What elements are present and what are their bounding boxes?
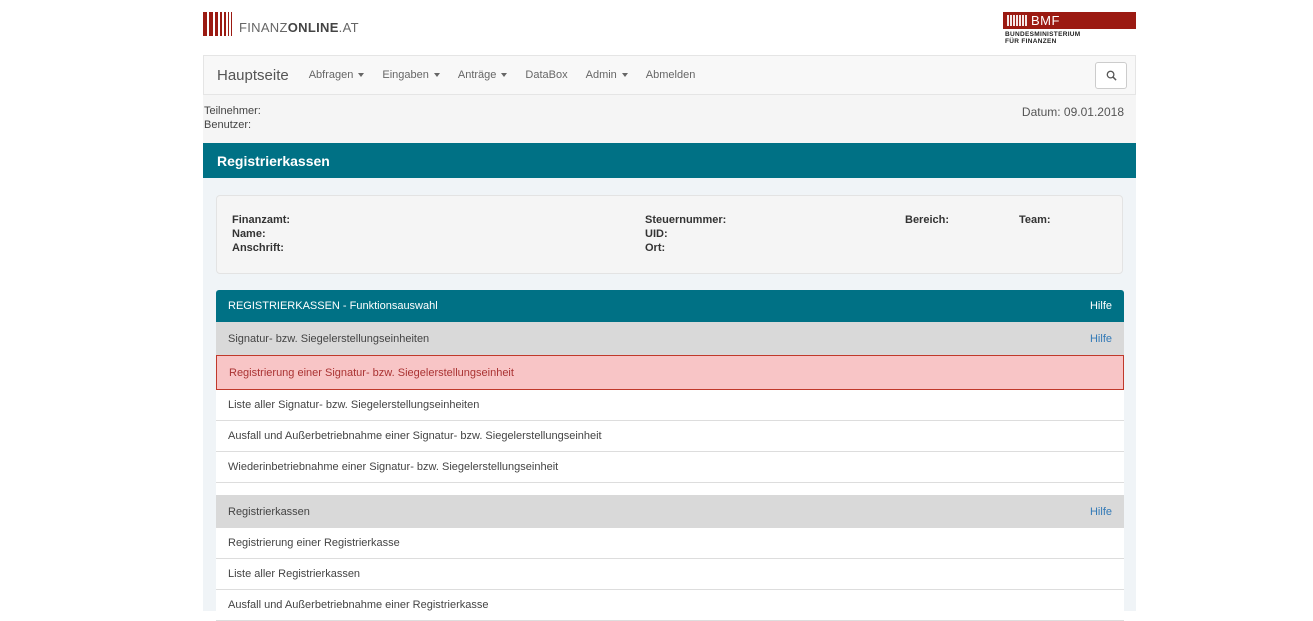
section-title: Signatur- bzw. Siegelerstellungseinheite…	[228, 332, 430, 345]
name-label: Name:	[232, 228, 266, 240]
finanzamt-label: Finanzamt:	[232, 214, 291, 226]
main-navbar: Hauptseite Abfragen Eingaben Anträge Dat…	[203, 55, 1136, 95]
section-title: Registrierkassen	[228, 505, 310, 518]
list-item[interactable]: Wiederinbetriebnahme einer Signatur- bzw…	[216, 452, 1124, 483]
list-item[interactable]: Ausfall und Außerbetriebnahme einer Regi…	[216, 590, 1124, 621]
caret-down-icon	[501, 73, 508, 77]
nav-eingaben[interactable]: Eingaben	[382, 69, 440, 81]
taxpayer-info-box: Finanzamt: Name: Anschrift: Steuernummer…	[216, 195, 1123, 274]
help-link[interactable]: Hilfe	[1090, 506, 1112, 518]
ort-label: Ort:	[645, 242, 666, 254]
user-info-bar: Teilnehmer: Benutzer: Datum: 09.01.2018	[203, 95, 1136, 143]
list-item[interactable]: Registrierung einer Registrierkasse	[216, 528, 1124, 559]
nav-home[interactable]: Hauptseite	[217, 67, 289, 84]
help-link[interactable]: Hilfe	[1090, 300, 1112, 312]
help-link[interactable]: Hilfe	[1090, 333, 1112, 345]
nav-abfragen[interactable]: Abfragen	[309, 69, 365, 81]
section-header-signatur: Signatur- bzw. Siegelerstellungseinheite…	[216, 322, 1124, 355]
nav-abmelden[interactable]: Abmelden	[646, 69, 696, 81]
function-selection-panel: REGISTRIERKASSEN - Funktionsauswahl Hilf…	[216, 290, 1124, 621]
steuernummer-label: Steuernummer:	[645, 214, 727, 226]
list-item[interactable]: Ausfall und Außerbetriebnahme einer Sign…	[216, 421, 1124, 452]
nav-databox[interactable]: DataBox	[525, 69, 567, 81]
list-item[interactable]: Registrierung einer Signatur- bzw. Siege…	[216, 355, 1124, 390]
bmf-abbr: BMF	[1031, 13, 1060, 28]
panel-header: REGISTRIERKASSEN - Funktionsauswahl Hilf…	[216, 290, 1124, 322]
finanzonline-logo[interactable]: FINANZONLINE.AT	[203, 11, 359, 37]
logo-text: FINANZONLINE.AT	[239, 19, 359, 35]
nav-antraege[interactable]: Anträge	[458, 69, 508, 81]
benutzer-label: Benutzer:	[204, 119, 252, 131]
nav-admin[interactable]: Admin	[586, 69, 628, 81]
logo-bars-icon	[203, 12, 234, 36]
anschrift-label: Anschrift:	[232, 242, 284, 254]
search-icon	[1106, 70, 1117, 81]
main-content: Finanzamt: Name: Anschrift: Steuernummer…	[203, 178, 1136, 621]
eagle-icon	[1007, 15, 1027, 26]
caret-down-icon	[433, 73, 440, 77]
panel-title: REGISTRIERKASSEN - Funktionsauswahl	[228, 300, 438, 312]
page-title: Registrierkassen	[203, 143, 1136, 178]
bereich-label: Bereich:	[905, 214, 950, 226]
search-button[interactable]	[1095, 62, 1127, 89]
teilnehmer-label: Teilnehmer:	[204, 105, 261, 117]
uid-label: UID:	[645, 228, 668, 240]
team-label: Team:	[1019, 214, 1051, 226]
caret-down-icon	[358, 73, 365, 77]
bmf-subtitle: BUNDESMINISTERIUM FÜR FINANZEN	[1005, 31, 1081, 45]
section-header-registrierkassen: Registrierkassen Hilfe	[216, 495, 1124, 528]
caret-down-icon	[621, 73, 628, 77]
bmf-logo[interactable]: BMF BUNDESMINISTERIUM FÜR FINANZEN	[1003, 12, 1136, 45]
date-display: Datum: 09.01.2018	[1021, 105, 1124, 119]
list-item[interactable]: Liste aller Signatur- bzw. Siegelerstell…	[216, 390, 1124, 421]
list-item[interactable]: Liste aller Registrierkassen	[216, 559, 1124, 590]
